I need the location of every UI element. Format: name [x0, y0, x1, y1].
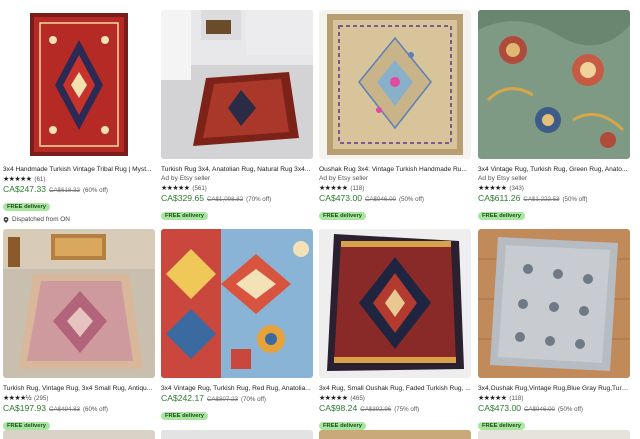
- ad-seller-label: Ad by Etsy seller: [161, 175, 211, 182]
- sale-price: CA$473.00: [478, 403, 522, 413]
- listing-title[interactable]: 3x4 Handmade Turkish Vintage Tribal Rug …: [3, 165, 155, 174]
- listing-grid: 3x4 Handmade Turkish Vintage Tribal Rug …: [0, 0, 640, 439]
- listing-title[interactable]: 3x4 Vintage Rug, Turkish Rug, Green Rug,…: [478, 165, 630, 174]
- sale-price: CA$329.65: [161, 193, 205, 203]
- listing-title[interactable]: Turkish Rug, Vintage Rug, 3x4 Small Rug,…: [3, 384, 155, 393]
- dispatch-label: Dispatched from ON: [12, 216, 70, 223]
- original-price: CA$392.96: [360, 406, 392, 413]
- original-price: CA$807.23: [207, 396, 238, 403]
- free-delivery-badge: FREE delivery: [161, 212, 208, 220]
- price-row: CA$329.65 CA$1,098.82 (70% off): [161, 193, 313, 204]
- star-rating-icon: ★★★★★: [161, 185, 190, 192]
- price-row: CA$473.00 CA$946.00 (50% off): [478, 403, 630, 414]
- free-delivery-badge: FREE delivery: [3, 203, 50, 211]
- price-row: CA$242.17 CA$807.23 (70% off): [161, 393, 313, 404]
- free-delivery-badge: FREE delivery: [478, 212, 525, 220]
- pink-rug-on-floor-image[interactable]: [3, 229, 155, 378]
- price-row: CA$197.93 CA$494.83 (60% off): [3, 403, 155, 414]
- star-rating-icon: ★★★★★: [319, 185, 348, 192]
- original-price: CA$946.00: [524, 406, 555, 413]
- dark-red-rug-image[interactable]: [319, 229, 471, 378]
- star-rating-icon: ★★★★½: [3, 395, 32, 402]
- free-delivery-badge: FREE delivery: [3, 422, 50, 430]
- next-listing-image-peek[interactable]: [161, 430, 313, 439]
- rating: ★★★★★ (561): [161, 183, 313, 193]
- listing-card[interactable]: Turkish Rug 3x4, Anatolian Rug, Natural …: [161, 10, 313, 222]
- ad-seller-label: Ad by Etsy seller: [478, 175, 528, 182]
- discount-label: (50% off): [557, 406, 583, 413]
- rating: ★★★★★ (118): [478, 393, 630, 403]
- rating: ★★★★½ (295): [3, 393, 155, 403]
- red-blue-kilim-image[interactable]: [161, 229, 313, 378]
- discount-label: (50% off): [562, 196, 588, 203]
- listing-card[interactable]: 3x4 Rug, Small Oushak Rug, Faded Turkish…: [319, 229, 471, 432]
- listing-card[interactable]: 3x4 Handmade Turkish Vintage Tribal Rug …: [3, 10, 155, 223]
- listing-title[interactable]: Turkish Rug 3x4, Anatolian Rug, Natural …: [161, 165, 313, 174]
- discount-label: (70% off): [240, 396, 266, 403]
- listing-title[interactable]: 3x4 Vintage Rug, Turkish Rug, Red Rug, A…: [161, 384, 313, 393]
- listing-card[interactable]: Turkish Rug, Vintage Rug, 3x4 Small Rug,…: [3, 229, 155, 432]
- blue-gray-rug-on-wood-image[interactable]: [478, 229, 630, 378]
- listing-title[interactable]: 3x4,Oushak Rug,Vintage Rug,Blue Gray Rug…: [478, 384, 630, 393]
- free-delivery-badge: FREE delivery: [319, 422, 366, 430]
- next-listing-image-peek[interactable]: [3, 430, 155, 439]
- price-row: CA$611.26 CA$1,222.53 (50% off): [478, 193, 630, 204]
- star-rating-icon: ★★★★★: [3, 176, 32, 183]
- sale-price: CA$247.33: [3, 184, 47, 194]
- original-price: CA$618.32: [49, 187, 80, 194]
- price-row: CA$473.00 CA$946.00 (50% off): [319, 193, 471, 204]
- free-delivery-badge: FREE delivery: [319, 212, 366, 220]
- review-count: (118): [350, 184, 365, 192]
- free-delivery-badge: FREE delivery: [478, 422, 525, 430]
- star-rating-icon: ★★★★★: [319, 395, 348, 402]
- sale-price: CA$473.00: [319, 193, 363, 203]
- location-pin-icon: [3, 216, 9, 223]
- discount-label: (60% off): [82, 187, 108, 194]
- rug-in-room-image[interactable]: [161, 10, 313, 159]
- original-price: CA$494.83: [49, 406, 80, 413]
- green-floral-rug-image[interactable]: [478, 10, 630, 159]
- dispatch-info: Dispatched from ON: [3, 216, 155, 223]
- listing-title[interactable]: 3x4 Rug, Small Oushak Rug, Faded Turkish…: [319, 384, 471, 393]
- sale-price: CA$242.17: [161, 393, 205, 403]
- red-medallion-rug-image[interactable]: [3, 10, 155, 159]
- listing-card[interactable]: 3x4 Vintage Rug, Turkish Rug, Green Rug,…: [478, 10, 630, 222]
- review-count: (295): [33, 394, 49, 402]
- next-listing-image-peek[interactable]: [478, 430, 630, 439]
- star-rating-icon: ★★★★★: [478, 395, 507, 402]
- original-price: CA$1,098.82: [207, 196, 244, 203]
- discount-label: (60% off): [82, 406, 108, 413]
- rating: ★★★★★ (61): [3, 174, 155, 184]
- star-rating-icon: ★★★★★: [478, 185, 507, 192]
- discount-label: (70% off): [246, 196, 272, 203]
- rating: ★★★★★ (465): [319, 393, 471, 403]
- sale-price: CA$611.26: [478, 193, 521, 203]
- discount-label: (50% off): [398, 196, 424, 203]
- price-row: CA$98.24 CA$392.96 (75% off): [319, 403, 471, 414]
- original-price: CA$946.00: [365, 196, 396, 203]
- sale-price: CA$197.93: [3, 403, 47, 413]
- free-delivery-badge: FREE delivery: [161, 412, 208, 420]
- rating: ★★★★★ (118): [319, 183, 471, 193]
- review-count: (343): [509, 184, 524, 192]
- review-count: (118): [509, 394, 524, 402]
- listing-title[interactable]: Oushak Rug 3x4: Vintage Turkish Handmade…: [319, 165, 471, 174]
- discount-label: (75% off): [394, 406, 420, 413]
- ad-seller-label: Ad by Etsy seller: [319, 175, 369, 182]
- price-row: CA$247.33 CA$618.32 (60% off): [3, 184, 155, 195]
- listing-card[interactable]: 3x4 Vintage Rug, Turkish Rug, Red Rug, A…: [161, 229, 313, 422]
- rating: ★★★★★ (343): [478, 183, 630, 193]
- beige-oushak-rug-image[interactable]: [319, 10, 471, 159]
- review-count: (465): [350, 394, 365, 402]
- sale-price: CA$98.24: [319, 403, 358, 413]
- listing-card[interactable]: Oushak Rug 3x4: Vintage Turkish Handmade…: [319, 10, 471, 222]
- review-count: (61): [34, 175, 46, 183]
- next-listing-image-peek[interactable]: [319, 430, 471, 439]
- original-price: CA$1,222.53: [523, 196, 560, 203]
- review-count: (561): [192, 184, 207, 192]
- listing-card[interactable]: 3x4,Oushak Rug,Vintage Rug,Blue Gray Rug…: [478, 229, 630, 432]
